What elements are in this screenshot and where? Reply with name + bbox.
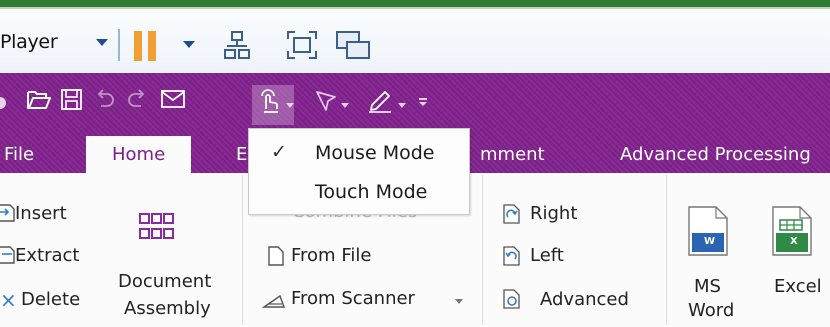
group-separator [666,175,667,325]
app-menu-icon[interactable] [0,97,6,109]
pause-icon[interactable] [134,31,158,61]
network-icon[interactable] [224,31,250,61]
player-toolbar: Player [0,9,830,73]
rotate-right-button[interactable]: Right [530,203,577,224]
open-folder-icon[interactable] [26,89,52,111]
pen-chevron-down-icon[interactable] [398,103,406,108]
toolbar-separator [118,29,120,61]
from-scanner-button[interactable]: From Scanner [291,288,415,309]
checkmark-icon: ✓ [271,141,287,163]
pause-chevron-down-icon[interactable] [183,41,195,48]
redo-icon[interactable] [127,89,147,111]
stamp-chevron-down-icon[interactable] [341,103,349,108]
touch-mode-chevron-down-icon[interactable] [286,103,294,108]
rotate-left-button[interactable]: Left [530,245,564,266]
extract-page-icon [0,246,15,264]
tab-advanced-processing[interactable]: Advanced Processing [620,144,811,165]
tab-file[interactable]: File [4,144,34,165]
menu-item-mouse-mode[interactable]: ✓ Mouse Mode [249,133,469,173]
ms-word-label-line2[interactable]: Word [688,300,734,321]
tab-edit[interactable]: E [236,144,247,165]
extract-button[interactable]: Extract [15,245,79,266]
window-switch-icon[interactable] [336,31,370,61]
mouse-mode-label: Mouse Mode [315,142,435,164]
email-icon[interactable] [160,89,186,111]
tab-comment[interactable]: mment [480,144,545,165]
document-assembly-label-line2[interactable]: Assembly [124,298,211,319]
from-scanner-chevron-down-icon[interactable] [455,299,463,304]
group-separator [482,175,483,325]
rotate-advanced-button[interactable]: Advanced [540,289,629,310]
rotate-advanced-icon [503,289,520,309]
ms-word-label-line1[interactable]: MS [694,276,721,297]
customize-icon[interactable] [418,97,428,107]
excel-button[interactable]: Excel [774,276,822,297]
insert-button[interactable]: Insert [15,203,67,224]
rotate-right-icon [503,204,520,224]
word-document-icon[interactable] [688,206,728,256]
fullscreen-icon[interactable] [287,31,317,59]
stamp-icon[interactable] [314,89,338,113]
quick-access-toolbar [0,73,830,128]
window-top-edge [0,0,830,7]
from-file-button[interactable]: From File [291,245,371,266]
scanner-icon [262,294,285,308]
touch-mode-label: Touch Mode [315,181,428,203]
excel-document-icon[interactable] [772,206,812,256]
word-badge: W [704,236,716,247]
menu-item-touch-mode[interactable]: Touch Mode [249,172,469,212]
player-menu-label[interactable]: Player [0,31,58,53]
insert-page-icon [0,204,15,222]
from-file-icon [268,246,284,266]
document-assembly-icon[interactable] [139,213,175,241]
excel-badge: X [790,236,798,247]
group-separator [242,175,243,325]
delete-button[interactable]: Delete [21,289,80,310]
tab-home[interactable]: Home [86,136,192,173]
delete-x-icon: × [0,288,17,312]
undo-icon[interactable] [95,89,115,111]
rotate-left-icon [503,246,520,266]
document-assembly-label-line1[interactable]: Document [118,271,211,292]
save-icon[interactable] [60,89,84,111]
pen-icon[interactable] [366,87,394,113]
interaction-mode-menu: ✓ Mouse Mode Touch Mode [248,128,470,215]
touch-mode-icon[interactable] [257,87,281,113]
player-menu-chevron-down-icon[interactable] [96,39,108,46]
